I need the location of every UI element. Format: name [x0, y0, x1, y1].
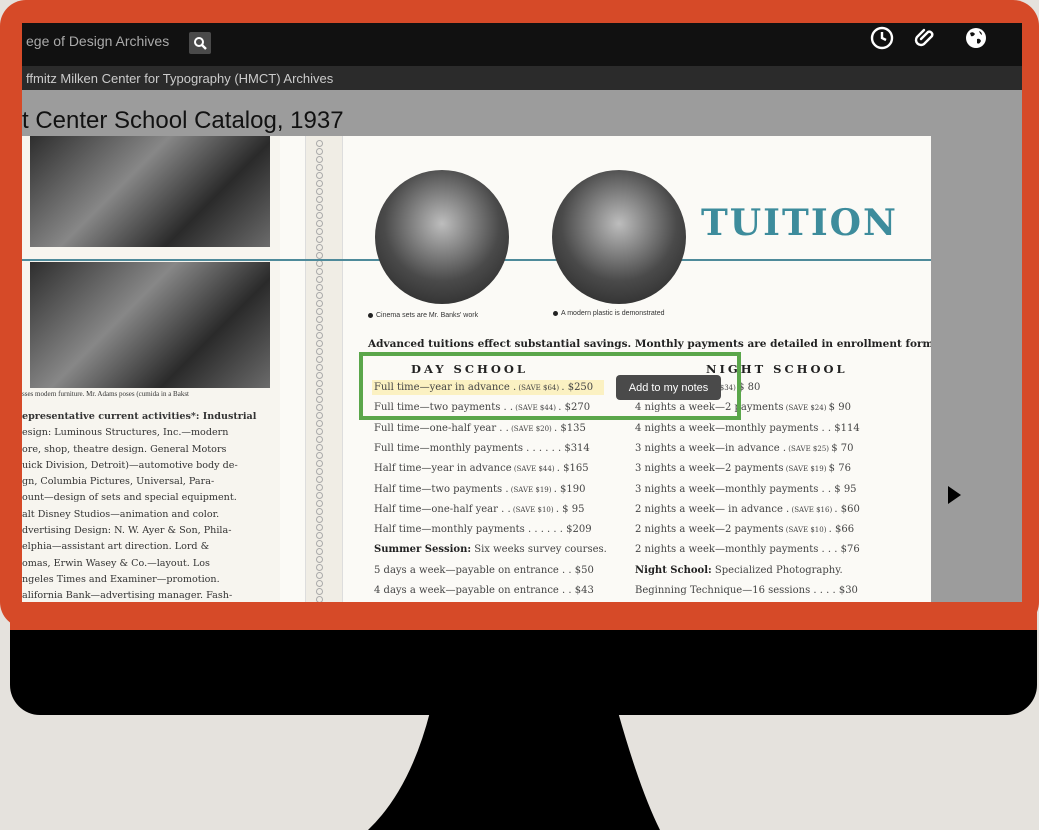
- monitor-frame-bottom: [10, 600, 1037, 630]
- night-row: 3 nights a week—monthly payments . . $ 9…: [635, 483, 857, 495]
- night-row: 2 nights a week—2 payments (SAVE $10) . …: [635, 524, 855, 536]
- night-row: 2 nights a week— in advance . (SAVE $16)…: [635, 503, 860, 515]
- clock-icon[interactable]: [870, 26, 894, 50]
- day-row: 4 days a week—payable on entrance . . $4…: [374, 585, 594, 596]
- page-title: t Center School Catalog, 1937: [22, 107, 344, 134]
- left-text-line: gn, Columbia Pictures, Universal, Para-: [22, 476, 215, 488]
- add-to-notes-button[interactable]: Add to my notes: [616, 375, 721, 400]
- left-text-line: ngeles Times and Examiner—promotion.: [22, 573, 220, 585]
- night-row: Beginning Technique—16 sessions . . . . …: [635, 585, 858, 596]
- search-icon: [194, 37, 207, 50]
- spiral-binding: [305, 136, 343, 602]
- left-text-line: alifornia Bank—advertising manager. Fash…: [22, 590, 233, 602]
- screen: ege of Design Archives ffmitz Milken Cen…: [22, 23, 1022, 602]
- left-text-line: ount—design of sets and special equipmen…: [22, 492, 237, 504]
- search-button[interactable]: [189, 32, 211, 54]
- left-text-line: ore, shop, theatre design. General Motor…: [22, 443, 227, 455]
- left-text-line: elphia—assistant art direction. Lord &: [22, 541, 210, 553]
- day-row: Summer Session: Six weeks survey courses…: [374, 544, 607, 556]
- left-text-line: alt Disney Studios—animation and color.: [22, 508, 220, 520]
- left-text-line: dvertising Design: N. W. Ayer & Son, Phi…: [22, 525, 232, 537]
- globe-icon[interactable]: [964, 26, 988, 50]
- top-navigation-bar: ege of Design Archives: [22, 23, 1022, 66]
- left-text-line: epresentative current activities*: Indus…: [22, 411, 257, 422]
- caption-plastic: A modern plastic is demonstrated: [553, 310, 665, 317]
- collection-name[interactable]: ffmitz Milken Center for Typography (HMC…: [26, 71, 333, 86]
- paperclip-icon[interactable]: [914, 26, 938, 50]
- next-page-arrow-icon[interactable]: [948, 486, 961, 504]
- left-page-text: epresentative current activities*: Indus…: [22, 409, 262, 602]
- advanced-tuition-note: Advanced tuitions effect substantial sav…: [368, 338, 931, 350]
- document-viewer[interactable]: sses modern furniture. Mr. Adams poses (…: [22, 136, 931, 602]
- night-row: Night School: Specialized Photography.: [635, 564, 843, 576]
- photo-caption: sses modern furniture. Mr. Adams poses (…: [22, 390, 190, 398]
- left-text-line: omas, Erwin Wasey & Co.—layout. Los: [22, 557, 210, 569]
- day-row: Full time—one-half year . . (SAVE $20) .…: [374, 422, 586, 434]
- day-row: Full time—monthly payments . . . . . . $…: [374, 442, 590, 454]
- day-row: 5 days a week—payable on entrance . . $5…: [374, 564, 594, 576]
- day-row: Half time—year in advance (SAVE $44) . $…: [374, 463, 589, 475]
- tuition-heading: TUITION: [701, 202, 898, 244]
- day-row: Half time—two payments . (SAVE $19) . $1…: [374, 483, 586, 495]
- night-row: 2 nights a week—monthly payments . . . $…: [635, 544, 860, 556]
- photo-classroom-bottom: [30, 262, 270, 388]
- night-row: 3 nights a week—2 payments (SAVE $19) $ …: [635, 463, 851, 475]
- caption-cinema: Cinema sets are Mr. Banks' work: [368, 312, 478, 319]
- left-page: sses modern furniture. Mr. Adams poses (…: [22, 136, 280, 602]
- collection-breadcrumb-bar: ffmitz Milken Center for Typography (HMC…: [22, 66, 1022, 90]
- day-row: Half time—one-half year . . (SAVE $10) .…: [374, 503, 585, 515]
- photo-plastic-demo: [552, 170, 686, 304]
- left-text-line: uick Division, Detroit)—automotive body …: [22, 459, 238, 471]
- photo-classroom-top: [30, 136, 270, 247]
- night-row: 4 nights a week—monthly payments . . $11…: [635, 422, 860, 434]
- search-field-text[interactable]: ege of Design Archives: [26, 33, 169, 49]
- left-text-line: esign: Luminous Structures, Inc.—modern: [22, 427, 229, 439]
- day-row: Half time—monthly payments . . . . . . $…: [374, 524, 592, 536]
- photo-cinema-sets: [375, 170, 509, 304]
- night-row: 3 nights a week—in advance . (SAVE $25) …: [635, 442, 854, 454]
